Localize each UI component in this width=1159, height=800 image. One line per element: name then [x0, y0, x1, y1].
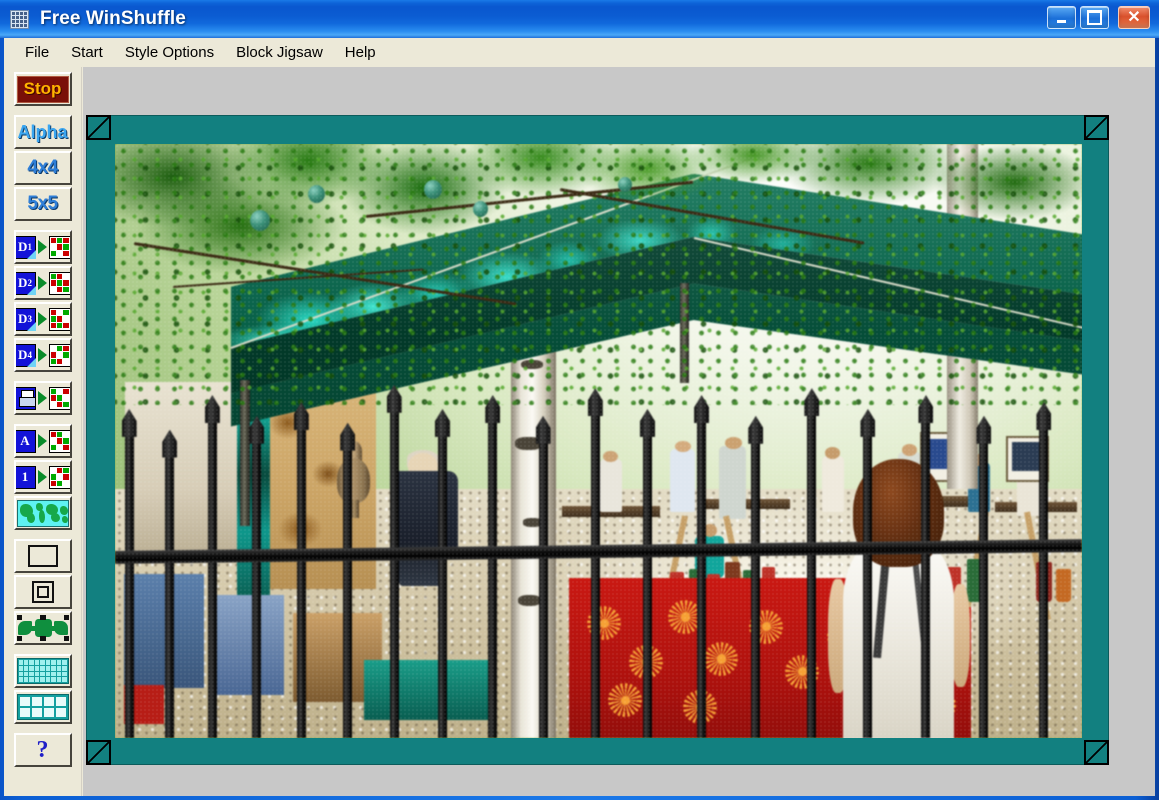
alpha-shuffle-button[interactable]: A: [13, 424, 72, 458]
difficulty-1-button[interactable]: D1: [13, 230, 72, 264]
close-button[interactable]: ✕: [1118, 6, 1150, 29]
difficulty-1-icon: D1: [15, 235, 36, 259]
difficulty-2-button[interactable]: D2: [13, 266, 72, 300]
grid-target-icon: [48, 343, 70, 367]
fine-grid-button[interactable]: [13, 654, 72, 688]
menu-item-style-options[interactable]: Style Options: [114, 40, 225, 65]
arrow-right-icon: [37, 470, 47, 484]
one-shuffle-button[interactable]: 1: [13, 460, 72, 494]
work-area-bottom-strip: [83, 767, 1155, 796]
menu-item-block-jigsaw[interactable]: Block Jigsaw: [225, 40, 334, 65]
minimize-button[interactable]: [1047, 6, 1076, 29]
jigsaw-button[interactable]: [13, 611, 72, 645]
resize-handle-bottom-left[interactable]: [86, 740, 111, 765]
question-mark-icon: ?: [36, 736, 49, 763]
coarse-grid-button[interactable]: [13, 690, 72, 724]
puzzle-image[interactable]: [115, 144, 1082, 738]
world-map-button[interactable]: [13, 496, 72, 530]
alpha-button[interactable]: Alpha: [13, 115, 72, 149]
arrow-right-icon: [37, 391, 47, 405]
arrow-right-icon: [37, 348, 47, 362]
letter-a-icon: A: [15, 429, 36, 453]
help-button[interactable]: ?: [13, 733, 72, 767]
menu-item-help[interactable]: Help: [334, 40, 387, 65]
arrow-right-icon: [37, 276, 47, 290]
floppy-disk-icon: [15, 386, 36, 410]
grid-4x4-button[interactable]: 4x4: [13, 151, 72, 185]
resize-handle-bottom-right[interactable]: [1084, 740, 1109, 765]
grid-app-icon: [10, 10, 29, 29]
alpha-label: Alpha: [17, 121, 68, 142]
coarse-grid-icon: [16, 694, 69, 720]
frame-on-button[interactable]: [13, 575, 72, 609]
title-bar[interactable]: Free WinShuffle ✕: [0, 0, 1159, 38]
difficulty-4-icon: D4: [15, 343, 36, 367]
photo-branches: [115, 144, 1082, 417]
menu-item-file[interactable]: File: [14, 40, 60, 65]
grid-target-icon: [48, 429, 70, 453]
rectangle-outline-icon: [27, 545, 58, 567]
client-area: File Start Style Options Block Jigsaw He…: [4, 38, 1155, 796]
grid-target-icon: [48, 235, 70, 259]
menu-item-start[interactable]: Start: [60, 40, 114, 65]
stop-button[interactable]: Stop: [13, 72, 72, 106]
tool-panel: Stop Alpha 4x4 5x5 D1 D 2 D 3 D 4 A 1 ?: [4, 67, 82, 796]
menu-bar: File Start Style Options Block Jigsaw He…: [4, 38, 1155, 67]
grid-target-icon: [48, 307, 70, 331]
difficulty-2-icon: D2: [15, 271, 36, 295]
double-rectangle-icon: [31, 581, 54, 603]
window-title: Free WinShuffle: [40, 8, 186, 29]
stop-label: Stop: [16, 75, 69, 103]
grid-target-icon: [48, 465, 70, 489]
arrow-right-icon: [37, 312, 47, 326]
work-area[interactable]: [83, 67, 1155, 796]
photo-iron-fence: [115, 384, 1082, 738]
maximize-button[interactable]: [1080, 6, 1109, 29]
world-map-icon: [16, 499, 69, 527]
grid-target-icon: [48, 271, 70, 295]
save-button[interactable]: [13, 381, 72, 415]
frame-off-button[interactable]: [13, 539, 72, 573]
grid-5x5-button[interactable]: 5x5: [13, 187, 72, 221]
difficulty-4-button[interactable]: D4: [13, 338, 72, 372]
fine-grid-icon: [16, 658, 69, 684]
resize-handle-top-left[interactable]: [86, 115, 111, 140]
grid-5x5-label: 5x5: [27, 193, 58, 214]
grid-4x4-label: 4x4: [27, 157, 58, 178]
arrow-right-icon: [37, 434, 47, 448]
puzzle-frame[interactable]: [86, 115, 1109, 765]
resize-handle-top-right[interactable]: [1084, 115, 1109, 140]
difficulty-3-button[interactable]: D3: [13, 302, 72, 336]
grid-target-icon: [48, 386, 70, 410]
arrow-right-icon: [37, 240, 47, 254]
difficulty-3-icon: D3: [15, 307, 36, 331]
application-window: Free WinShuffle ✕ File Start Style Optio…: [0, 0, 1159, 800]
jigsaw-piece-icon: [16, 615, 69, 641]
number-one-icon: 1: [15, 465, 36, 489]
